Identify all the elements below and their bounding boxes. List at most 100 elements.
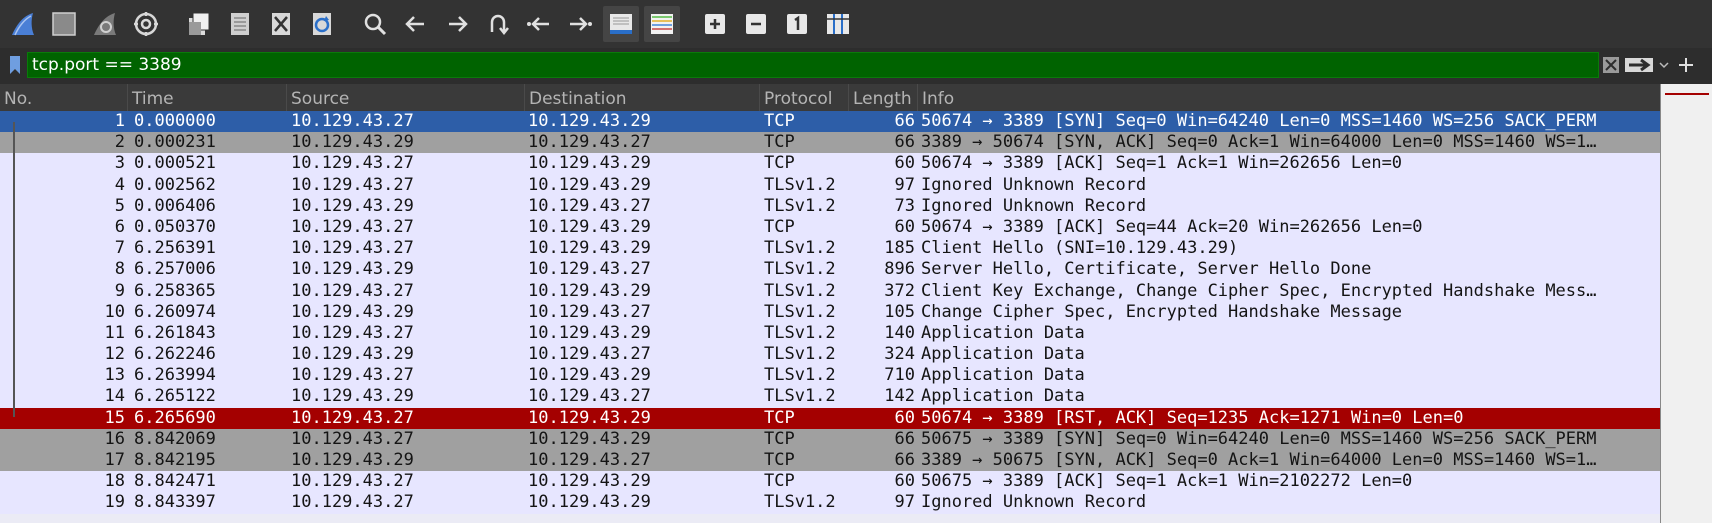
packet-destination: 10.129.43.29 <box>528 407 651 428</box>
packet-source: 10.129.43.27 <box>291 111 414 131</box>
column-header-time[interactable]: Time <box>128 84 287 111</box>
packet-row[interactable]: 11 6.261843 10.129.43.27 10.129.43.29 TLSv1.… <box>0 322 1660 345</box>
packet-protocol: TLSv1.2 <box>764 365 836 386</box>
packet-number: 19 <box>104 492 125 513</box>
packet-number: 7 <box>114 238 125 259</box>
packet-length: 60 <box>894 153 915 174</box>
packet-source: 10.129.43.27 <box>291 492 414 513</box>
packet-number: 15 <box>104 407 125 428</box>
column-header-no[interactable]: No. <box>0 84 128 111</box>
packet-row[interactable]: 10 6.260974 10.129.43.29 10.129.43.27 TLSv1.… <box>0 301 1660 323</box>
packet-info: 50674 → 3389 [RST, ACK] Seq=1235 Ack=127… <box>921 407 1464 428</box>
packet-row[interactable]: 12 6.262246 10.129.43.29 10.129.43.27 TLSv1.… <box>0 344 1660 366</box>
reload-file-icon[interactable] <box>304 6 340 42</box>
zoom-in-icon[interactable] <box>697 6 733 42</box>
packet-destination: 10.129.43.29 <box>528 365 651 386</box>
packet-time: 6.260974 <box>134 301 216 322</box>
clear-filter-icon[interactable] <box>1600 52 1622 78</box>
zoom-out-icon[interactable] <box>738 6 774 42</box>
packet-row[interactable]: 5 0.006406 10.129.43.29 10.129.43.27 TLSv1.2… <box>0 195 1660 217</box>
packet-number: 11 <box>104 322 125 343</box>
add-filter-button-icon[interactable] <box>1672 52 1700 78</box>
packet-length: 66 <box>894 428 915 449</box>
column-header-info[interactable]: Info <box>918 84 1660 111</box>
column-header-destination[interactable]: Destination <box>525 84 760 111</box>
column-header-length[interactable]: Length <box>849 84 918 111</box>
packet-protocol: TCP <box>764 153 795 174</box>
packet-time: 6.257006 <box>134 259 216 280</box>
packet-row[interactable]: 9 6.258365 10.129.43.27 10.129.43.29 TLSv1.2… <box>0 280 1660 302</box>
packet-destination: 10.129.43.27 <box>528 450 651 470</box>
packet-row[interactable]: 1 0.000000 10.129.43.27 10.129.43.29 TCP 66 50… <box>0 111 1660 133</box>
resize-columns-icon[interactable] <box>820 6 856 42</box>
packet-row[interactable]: 6 0.050370 10.129.43.27 10.129.43.29 TCP 60 50… <box>0 216 1660 239</box>
packet-row[interactable]: 16 8.842069 10.129.43.27 10.129.43.29 TCP 66 5… <box>0 428 1660 450</box>
normal-size-icon[interactable] <box>779 6 815 42</box>
packet-source: 10.129.43.27 <box>291 174 414 195</box>
packet-destination: 10.129.43.27 <box>528 259 651 280</box>
stop-capture-icon[interactable] <box>46 6 82 42</box>
packet-row[interactable]: 18 8.842471 10.129.43.27 10.129.43.29 TCP 60 5… <box>0 471 1660 493</box>
packet-source: 10.129.43.27 <box>291 407 414 428</box>
go-to-packet-icon[interactable] <box>480 6 516 42</box>
packet-length: 710 <box>884 365 915 386</box>
bookmark-icon[interactable] <box>4 52 26 78</box>
packet-source: 10.129.43.27 <box>291 216 414 237</box>
packet-info: Ignored Unknown Record <box>921 492 1147 513</box>
packet-rows: 1 0.000000 10.129.43.27 10.129.43.29 TCP 66 50… <box>0 111 1660 514</box>
restart-capture-icon[interactable] <box>87 6 123 42</box>
packet-destination: 10.129.43.29 <box>528 111 651 131</box>
column-header-source[interactable]: Source <box>287 84 525 111</box>
packet-time: 6.258365 <box>134 280 216 301</box>
apply-filter-icon[interactable] <box>1622 52 1656 78</box>
packet-time: 0.000231 <box>134 132 216 153</box>
display-filter-input[interactable]: tcp.port == 3389 <box>27 52 1599 78</box>
open-file-icon[interactable] <box>181 6 217 42</box>
go-forward-icon[interactable] <box>439 6 475 42</box>
close-file-icon[interactable] <box>263 6 299 42</box>
packet-protocol: TLSv1.2 <box>764 492 836 513</box>
first-packet-icon[interactable] <box>521 6 557 42</box>
packet-length: 66 <box>894 132 915 153</box>
filter-history-chevron-down-icon[interactable] <box>1656 52 1672 78</box>
last-packet-icon[interactable] <box>562 6 598 42</box>
packet-row[interactable]: 8 6.257006 10.129.43.29 10.129.43.27 TLSv1.2… <box>0 259 1660 281</box>
packet-source: 10.129.43.29 <box>291 386 414 407</box>
packet-row[interactable]: 17 8.842195 10.129.43.29 10.129.43.27 TCP 66 3… <box>0 450 1660 472</box>
packet-number: 17 <box>104 450 125 470</box>
colorize-icon[interactable] <box>644 6 680 42</box>
autoscroll-icon[interactable] <box>603 6 639 42</box>
filter-tools <box>1600 52 1700 78</box>
find-packet-icon[interactable] <box>357 6 393 42</box>
packet-row[interactable]: 2 0.000231 10.129.43.29 10.129.43.27 TCP 66 33… <box>0 132 1660 154</box>
packet-source: 10.129.43.27 <box>291 238 414 259</box>
packet-length: 324 <box>884 344 915 365</box>
packet-row[interactable]: 3 0.000521 10.129.43.27 10.129.43.29 TCP 60 50… <box>0 153 1660 175</box>
packet-length: 60 <box>894 407 915 428</box>
packet-source: 10.129.43.29 <box>291 301 414 322</box>
packet-number: 16 <box>104 428 125 449</box>
packet-number: 5 <box>114 195 125 216</box>
packet-time: 6.263994 <box>134 365 216 386</box>
column-header-protocol[interactable]: Protocol <box>760 84 849 111</box>
packet-source: 10.129.43.29 <box>291 132 414 153</box>
packet-protocol: TLSv1.2 <box>764 344 836 365</box>
packet-row[interactable]: 7 6.256391 10.129.43.27 10.129.43.29 TLSv1.2… <box>0 238 1660 260</box>
minimap-rst-marker <box>1665 93 1709 95</box>
packet-protocol: TLSv1.2 <box>764 195 836 216</box>
capture-options-icon[interactable] <box>128 6 164 42</box>
packet-row[interactable]: 15 6.265690 10.129.43.27 10.129.43.29 TCP 60 5… <box>0 407 1660 429</box>
packet-minimap-scrollbar[interactable] <box>1660 84 1712 523</box>
packet-destination: 10.129.43.29 <box>528 471 651 492</box>
packet-source: 10.129.43.29 <box>291 344 414 365</box>
packet-row[interactable]: 19 8.843397 10.129.43.27 10.129.43.29 TLSv1.… <box>0 492 1660 514</box>
packet-time: 0.002562 <box>134 174 216 195</box>
packet-time: 6.265690 <box>134 407 216 428</box>
packet-row[interactable]: 14 6.265122 10.129.43.29 10.129.43.27 TLSv1.… <box>0 386 1660 408</box>
packet-row[interactable]: 4 0.002562 10.129.43.27 10.129.43.29 TLSv1.2… <box>0 174 1660 196</box>
packet-row[interactable]: 13 6.263994 10.129.43.27 10.129.43.29 TLSv1.… <box>0 365 1660 387</box>
save-file-icon[interactable] <box>222 6 258 42</box>
go-back-icon[interactable] <box>398 6 434 42</box>
packet-number: 10 <box>104 301 125 322</box>
shark-fin-start-icon[interactable] <box>5 6 41 42</box>
